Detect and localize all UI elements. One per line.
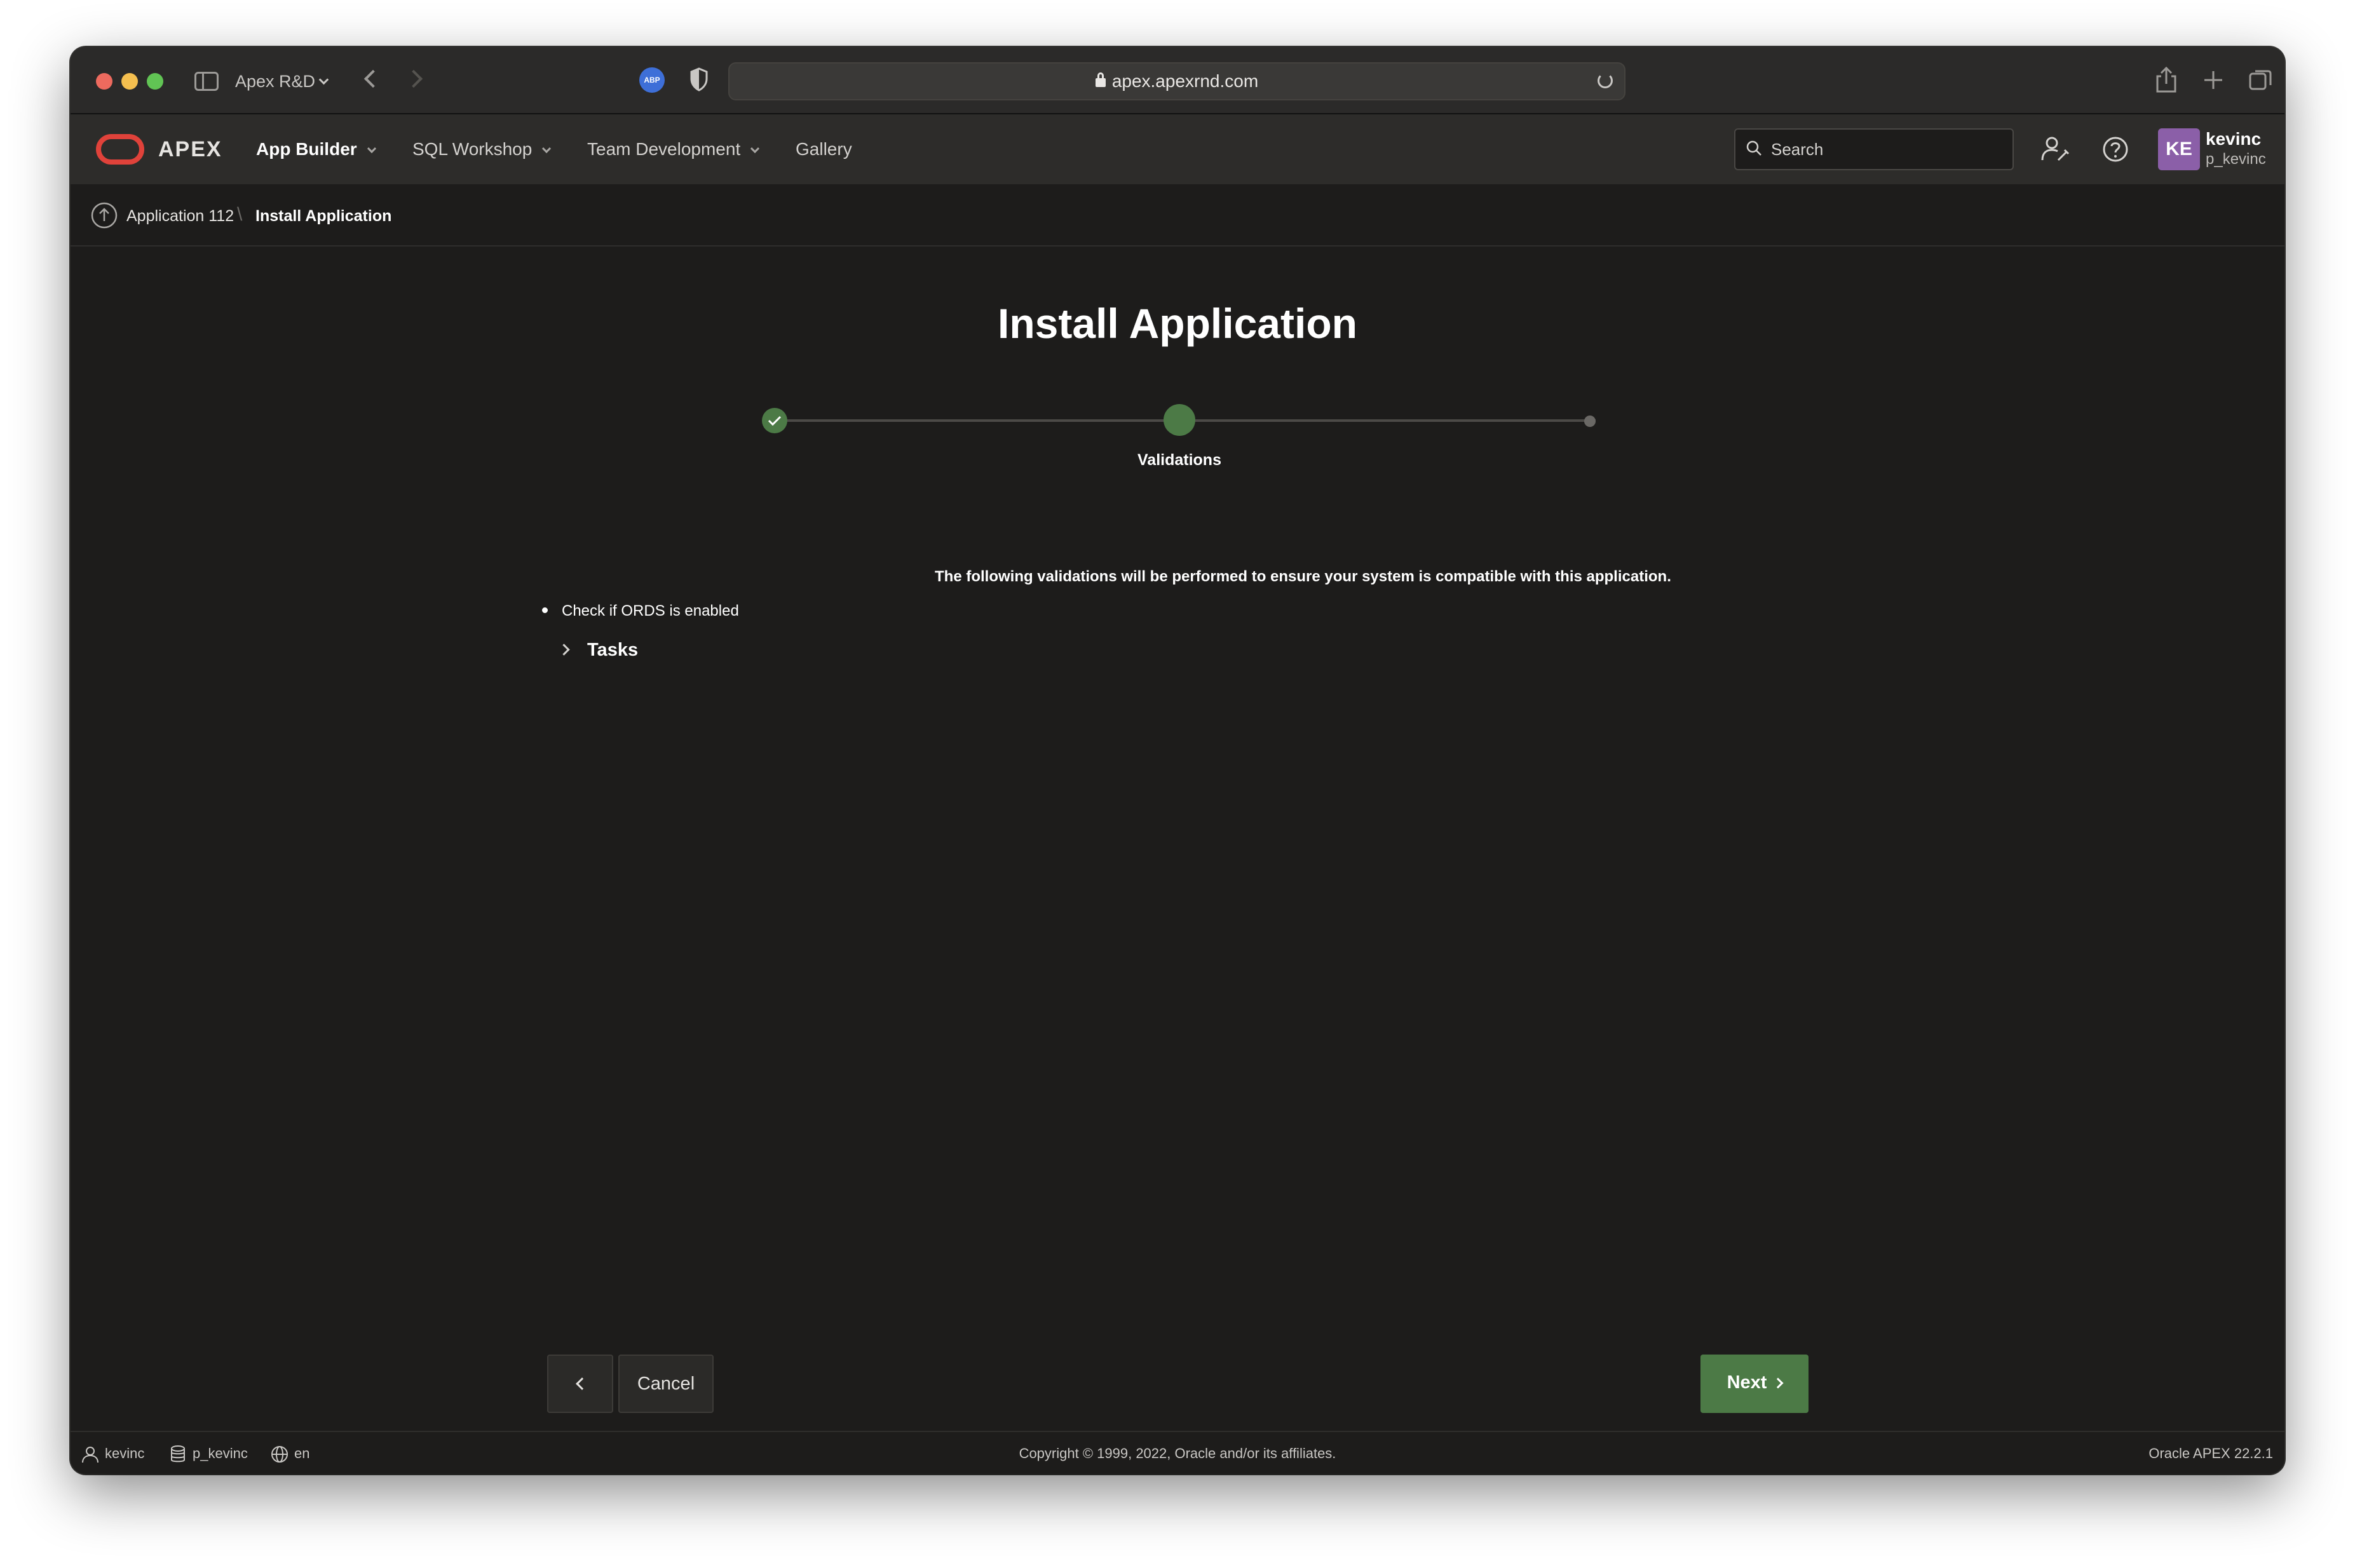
step-current (1164, 404, 1195, 436)
tab-overview-icon[interactable] (2246, 66, 2274, 94)
reload-icon[interactable] (1598, 73, 1613, 88)
breadcrumb-separator: \ (237, 204, 243, 225)
tab-group-label: Apex R&D (235, 72, 316, 91)
bullet-icon (542, 607, 548, 613)
next-label: Next (1727, 1372, 1767, 1393)
menu-gallery[interactable]: Gallery (796, 133, 852, 165)
breadcrumb-current: Install Application (255, 207, 392, 225)
chevron-down-icon (542, 144, 552, 154)
minimize-window-button[interactable] (121, 73, 138, 90)
tab-group-selector[interactable]: Apex R&D (235, 69, 329, 94)
menu-label: SQL Workshop (412, 139, 533, 159)
chevron-right-icon (558, 644, 570, 656)
chevron-down-icon (750, 144, 760, 154)
address-bar[interactable]: apex.apexrnd.com (728, 62, 1625, 100)
lock-icon (1095, 72, 1106, 87)
user-name[interactable]: kevinc (2206, 128, 2261, 150)
menu-label: Team Development (587, 139, 741, 159)
menu-label: Gallery (796, 139, 852, 159)
next-button[interactable]: Next (1700, 1355, 1809, 1413)
search-input[interactable]: Search (1734, 128, 2014, 170)
chevron-down-icon (318, 74, 329, 85)
tasks-label: Tasks (587, 640, 639, 660)
step-completed (762, 408, 787, 433)
privacy-shield-icon[interactable] (689, 67, 709, 91)
apex-header: APEX App Builder SQL Workshop Team Devel… (71, 114, 2284, 184)
step-upcoming (1584, 416, 1596, 427)
validation-intro: The following validations will be perfor… (935, 568, 1671, 585)
back-arrow-icon[interactable] (363, 69, 383, 88)
validation-label: Check if ORDS is enabled (562, 602, 739, 619)
avatar[interactable]: KE (2158, 128, 2200, 170)
search-placeholder: Search (1771, 140, 1824, 159)
cancel-button[interactable]: Cancel (618, 1355, 714, 1413)
help-icon[interactable] (2100, 133, 2131, 165)
breadcrumb: Application 112 \ Install Application (71, 184, 2284, 247)
breadcrumb-parent[interactable]: Application 112 (126, 203, 234, 229)
share-icon[interactable] (2152, 66, 2180, 94)
adblock-extension-icon[interactable]: ABP (639, 67, 665, 93)
zoom-window-button[interactable] (147, 73, 163, 90)
checkmark-icon (768, 416, 782, 426)
tasks-toggle[interactable]: Tasks (558, 634, 639, 666)
menu-app-builder[interactable]: App Builder (256, 133, 376, 165)
apex-brand[interactable]: APEX (158, 133, 222, 165)
step-current-label: Validations (1137, 451, 1221, 469)
copyright: Copyright © 1999, 2022, Oracle and/or it… (1019, 1445, 1336, 1461)
browser-toolbar: Apex R&D ABP apex.apexrnd.com (71, 47, 2284, 114)
previous-button[interactable] (547, 1355, 613, 1413)
chevron-right-icon (1772, 1377, 1784, 1389)
forward-arrow-icon[interactable] (404, 69, 423, 88)
oracle-logo-icon[interactable] (96, 134, 144, 165)
menu-label: App Builder (256, 139, 357, 159)
wizard-progress: Validations (757, 403, 1605, 504)
arrow-up-icon[interactable] (90, 201, 119, 230)
user-workspace: p_kevinc (2206, 151, 2266, 168)
new-tab-icon[interactable] (2199, 66, 2227, 94)
browser-window: Apex R&D ABP apex.apexrnd.com APEX App B… (71, 47, 2284, 1474)
list-item: Check if ORDS is enabled (541, 597, 739, 625)
chevron-left-icon (576, 1377, 588, 1390)
validation-list: Check if ORDS is enabled (541, 597, 739, 625)
search-icon (1746, 140, 1761, 156)
menu-team-development[interactable]: Team Development (587, 133, 760, 165)
chevron-down-icon (367, 144, 376, 154)
menu-sql-workshop[interactable]: SQL Workshop (412, 133, 552, 165)
footer: kevinc p_kevinc en Copyright © 1999, 202… (71, 1431, 2284, 1474)
administration-icon[interactable] (2039, 133, 2071, 165)
url-text: apex.apexrnd.com (1111, 71, 1259, 91)
version: Oracle APEX 22.2.1 (2148, 1445, 2273, 1461)
page-title: Install Application (998, 300, 1357, 347)
sidebar-toggle-icon[interactable] (194, 72, 219, 91)
close-window-button[interactable] (96, 73, 112, 90)
